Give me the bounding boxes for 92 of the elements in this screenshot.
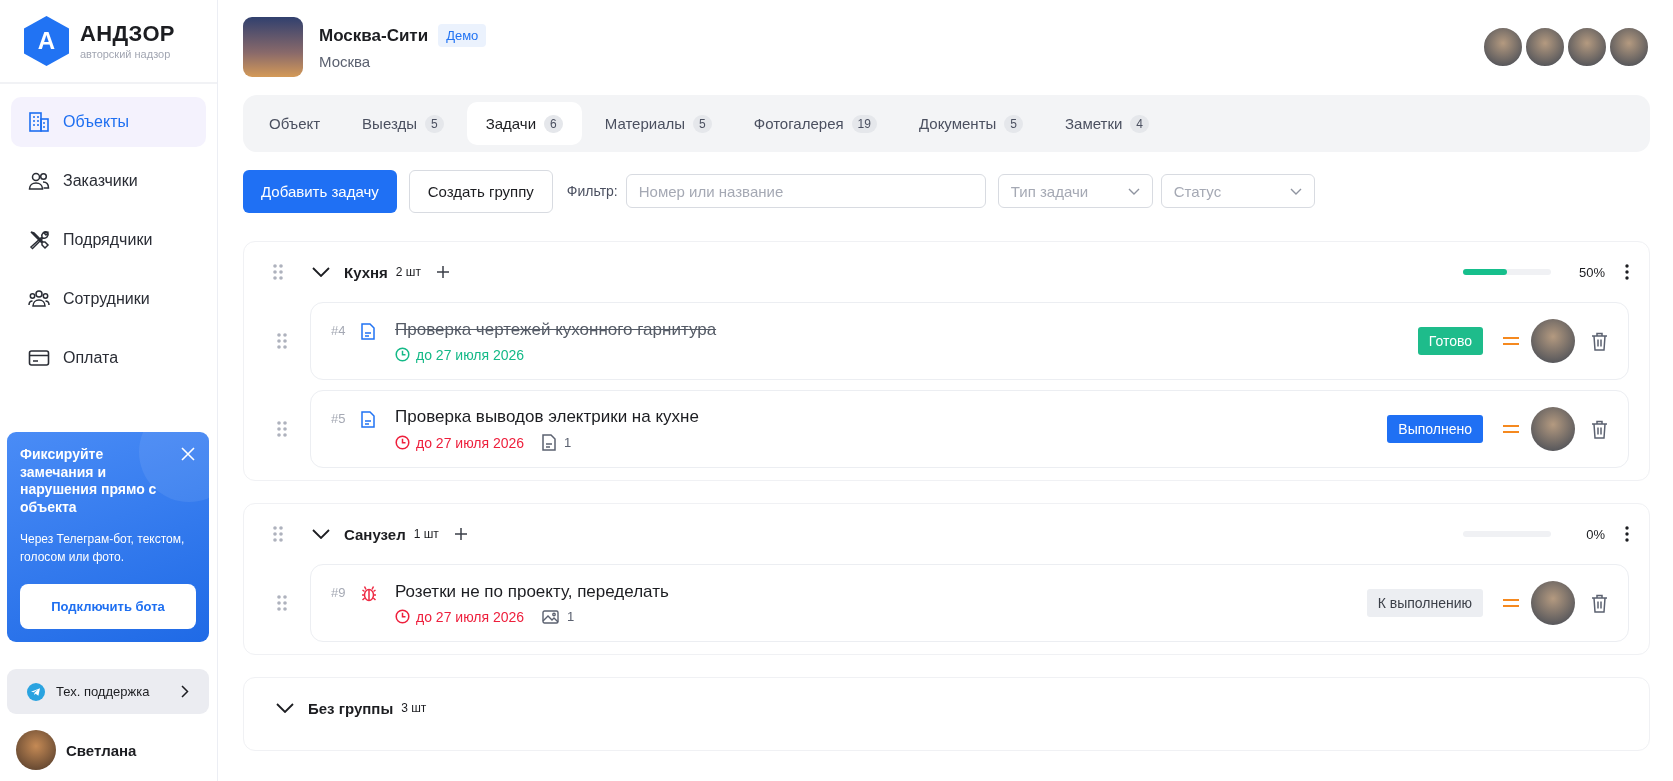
task-title: Проверка чертежей кухонного гарнитура xyxy=(395,319,718,340)
tab[interactable]: Документы 5 xyxy=(899,102,1042,145)
nav-item[interactable]: Оплата xyxy=(11,333,206,383)
delete-icon-button[interactable] xyxy=(1591,331,1608,351)
tab[interactable]: Материалы 5 xyxy=(585,102,731,145)
bug-icon xyxy=(361,585,377,602)
chevron-down-icon xyxy=(1127,187,1140,195)
group-count: 3 шт xyxy=(401,701,427,715)
delete-icon-button[interactable] xyxy=(1591,593,1608,613)
tab[interactable]: Фотогалерея 19 xyxy=(734,102,896,145)
add-icon[interactable] xyxy=(437,266,449,278)
document-icon xyxy=(361,323,375,340)
support-button[interactable]: Тех. поддержка xyxy=(7,669,209,714)
priority-icon xyxy=(1503,597,1519,609)
add-task-button[interactable]: Добавить задачу xyxy=(243,169,397,213)
nav-item[interactable]: Объекты xyxy=(11,97,206,147)
building-icon xyxy=(28,111,50,133)
create-group-button[interactable]: Создать группу xyxy=(408,169,553,213)
drag-handle-icon[interactable] xyxy=(277,333,287,349)
logo-tagline: авторский надзор xyxy=(80,47,172,60)
nav-item[interactable]: Подрядчики xyxy=(11,215,206,265)
clock-icon xyxy=(395,609,410,624)
logo-mark: А xyxy=(24,16,69,66)
document-icon xyxy=(361,411,375,428)
task-title: Розетки не по проекту, переделать xyxy=(395,581,670,602)
assignee-avatar xyxy=(1531,407,1575,451)
nav-item[interactable]: Сотрудники xyxy=(11,274,206,324)
project-title: Москва-Сити xyxy=(319,25,429,46)
add-icon[interactable] xyxy=(454,528,467,540)
more-icon[interactable] xyxy=(1625,526,1629,542)
attachment-count: 1 xyxy=(567,609,575,624)
document-icon xyxy=(542,434,557,451)
chevron-right-icon xyxy=(181,685,189,698)
chevron-down-icon xyxy=(1289,187,1302,195)
priority-icon xyxy=(1503,335,1519,347)
search-field[interactable]: Номер или название xyxy=(625,174,986,208)
drag-handle-icon[interactable] xyxy=(277,595,287,611)
drag-handle-icon[interactable] xyxy=(273,526,283,542)
priority-icon xyxy=(1503,423,1519,435)
drag-handle-icon[interactable] xyxy=(277,421,287,437)
task-number: #4 xyxy=(331,323,347,338)
task-title: Проверка выводов электрики на кухне xyxy=(395,407,700,427)
filter-label: Фильтр: xyxy=(566,183,618,199)
tools-icon xyxy=(28,229,50,251)
status-badge[interactable]: Выполнено xyxy=(1387,415,1483,443)
task-number: #9 xyxy=(331,585,347,600)
due-date: до 27 июля 2026 xyxy=(416,434,525,451)
status-badge[interactable]: К выполнению xyxy=(1366,589,1483,617)
task-card[interactable]: #4 Проверка чертежей кухонного гарнитура до 27 июля 2026 Готово xyxy=(310,302,1629,380)
task-number: #5 xyxy=(331,411,347,426)
user-avatar[interactable] xyxy=(16,730,56,770)
user-name: Светлана xyxy=(66,741,137,759)
drag-handle-icon[interactable] xyxy=(273,264,283,280)
card-icon xyxy=(28,347,50,369)
project-photo xyxy=(243,17,303,77)
team-icon xyxy=(28,288,50,310)
attachment-count: 1 xyxy=(564,435,572,450)
assignee-avatar xyxy=(1531,581,1575,625)
tab[interactable]: Задачи 6 xyxy=(466,102,582,145)
clock-icon xyxy=(395,435,410,450)
progress-percent: 0% xyxy=(1585,526,1605,542)
promo-title: Фиксируйте замечания и нарушения прямо с объекта xyxy=(20,446,158,516)
task-card[interactable]: #9 Розетки не по проекту, переделать до 27 июля 2026 1 К выполнению xyxy=(310,564,1629,642)
image-icon xyxy=(542,609,560,624)
clock-icon xyxy=(395,347,410,362)
promo-text: Через Телеграм-бот, текстом, голосом или фото. xyxy=(20,531,186,566)
assignee-avatar xyxy=(1531,319,1575,363)
group-title: Без группы xyxy=(308,699,394,717)
group-count: 1 шт xyxy=(413,527,439,541)
project-city: Москва xyxy=(319,53,372,70)
tab[interactable]: Выезды 5 xyxy=(343,102,463,145)
tab[interactable]: Объект xyxy=(250,102,340,145)
group-title: Санузел xyxy=(344,525,406,543)
collapse-chevron-icon[interactable] xyxy=(312,529,330,539)
telegram-icon xyxy=(27,682,45,701)
delete-icon-button[interactable] xyxy=(1591,419,1608,439)
nav-item[interactable]: Заказчики xyxy=(11,156,206,206)
group-count: 2 шт xyxy=(395,265,421,279)
users-icon xyxy=(28,170,50,192)
progress-percent: 50% xyxy=(1577,264,1605,280)
due-date: до 27 июля 2026 xyxy=(416,346,525,363)
group-title: Кухня xyxy=(344,263,388,281)
more-icon[interactable] xyxy=(1625,264,1629,280)
connect-bot-button[interactable]: Подключить бота xyxy=(20,584,196,629)
collapse-chevron-icon[interactable] xyxy=(276,703,294,713)
due-date: до 27 июля 2026 xyxy=(416,608,525,625)
logo-name: АНДЗОР xyxy=(80,22,175,45)
task-card[interactable]: #5 Проверка выводов электрики на кухне до 27 июля 2026 1 Выполнено xyxy=(310,390,1629,468)
close-icon[interactable] xyxy=(181,447,195,461)
collapse-chevron-icon[interactable] xyxy=(312,267,330,277)
tab[interactable]: Заметки 4 xyxy=(1046,102,1169,145)
demo-badge: Демо xyxy=(438,24,487,47)
